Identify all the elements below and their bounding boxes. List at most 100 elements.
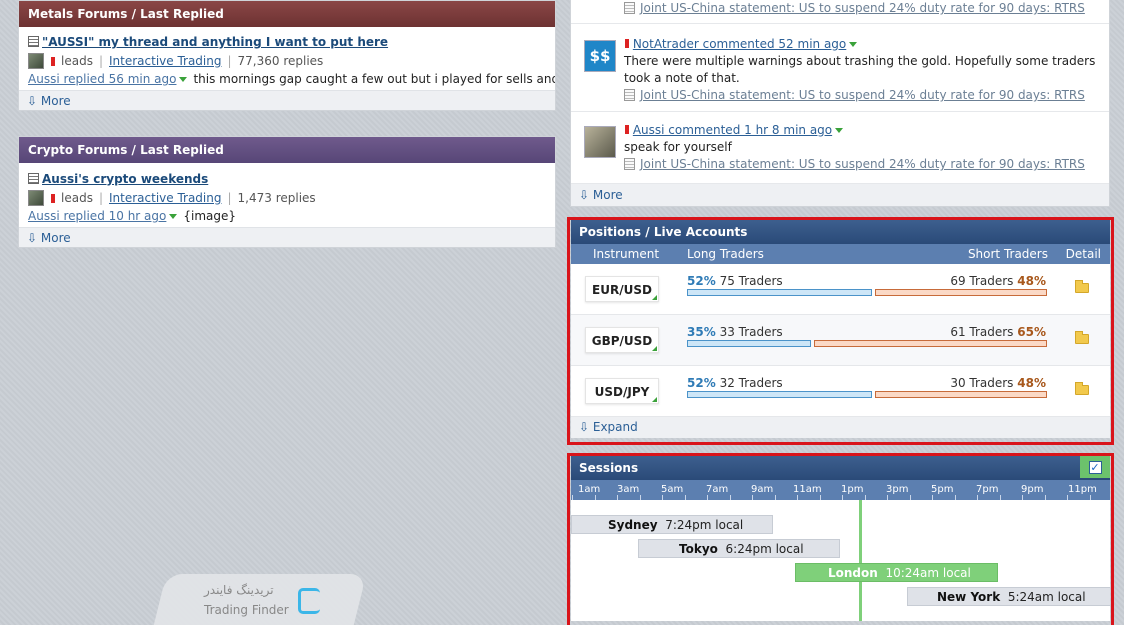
time-label: 3pm [886,484,909,495]
long-bar [687,289,872,296]
long-traders-label: 52% 75 Traders [687,274,783,288]
metals-thread-meta: leads | Interactive Trading | 77,360 rep… [28,53,546,69]
crypto-thread-meta: leads | Interactive Trading | 1,473 repl… [28,190,546,206]
flag-icon [625,125,629,134]
crypto-last-reply: Aussi replied 10 hr ago {image} [28,209,546,223]
news-link[interactable]: Joint US-China statement: US to suspend … [640,1,1085,15]
time-label: 7am [706,484,729,495]
session-bar-tokyo[interactable]: Tokyo 6:24pm local [638,539,840,558]
col-instrument: Instrument [593,247,660,261]
positions-rows: EUR/USD 52% 75 Traders 69 Traders 48% GB… [571,264,1110,417]
session-timescale: 1am 3am 5am 7am 9am 11am 1pm 3pm 5pm 7pm… [571,480,1110,500]
crypto-thread: Aussi's crypto weekends leads | Interact… [19,163,555,227]
comment-author-link[interactable]: Aussi commented 1 hr 8 min ago [633,123,832,137]
positions-highlight: Positions / Live Accounts Instrument Lon… [567,217,1114,445]
position-row: EUR/USD 52% 75 Traders 69 Traders 48% [571,264,1110,315]
sessions-header: Sessions ✓ [571,456,1110,480]
last-reply-snippet: this mornings gap caught a few out but i… [193,72,555,86]
news-doc-icon [624,89,635,101]
position-row: GBP/USD 35% 33 Traders 61 Traders 65% [571,315,1110,366]
chevron-down-icon[interactable] [179,77,188,82]
last-reply-link[interactable]: Aussi replied 56 min ago [28,72,176,86]
col-detail: Detail [1065,247,1101,261]
feed-item: $$ NotAtrader commented 52 min ago There… [571,24,1109,112]
long-traders-label: 52% 32 Traders [687,376,783,390]
folder-icon[interactable] [1075,331,1089,344]
sessions-panel: Sessions ✓ 1am 3am 5am 7am 9am 11am 1pm … [571,456,1110,621]
instrument-button[interactable]: USD/JPY [585,378,659,404]
time-label: 5am [661,484,684,495]
trading-finder-logo-icon [298,588,320,614]
metals-thread: "AUSSI" my thread and anything I want to… [19,27,555,90]
thread-list-icon [28,36,39,47]
time-label: 11am [793,484,822,495]
thread-list-icon [28,173,39,184]
comment-author-link[interactable]: NotAtrader commented 52 min ago [633,37,846,51]
check-icon: ✓ [1088,460,1102,474]
position-row: USD/JPY 52% 32 Traders 30 Traders 48% [571,366,1110,417]
comment-text: speak for yourself [624,140,732,154]
thread-replies: 1,473 replies [237,191,316,205]
crypto-more-button[interactable]: ⇩ More [19,227,555,247]
crypto-forum-header: Crypto Forums / Last Replied [19,137,555,163]
crypto-thread-title[interactable]: Aussi's crypto weekends [42,172,208,186]
flag-icon [51,56,55,66]
news-doc-icon [624,2,635,14]
activity-feed: Joint US-China statement: US to suspend … [570,0,1110,207]
thread-category-link[interactable]: Interactive Trading [109,191,221,205]
sessions-toggle-checkbox[interactable]: ✓ [1080,456,1110,478]
positions-expand-button[interactable]: ⇩ Expand [571,417,1110,438]
short-bar [814,340,1047,347]
positions-column-headers: Instrument Long Traders Short Traders De… [571,244,1110,264]
col-short-traders: Short Traders [967,247,1048,261]
news-link[interactable]: Joint US-China statement: US to suspend … [640,157,1085,171]
session-bar-london[interactable]: London 10:24am local [795,563,998,582]
last-reply-snippet: {image} [183,209,237,223]
current-time-line [859,500,862,621]
thread-category-link[interactable]: Interactive Trading [109,54,221,68]
time-label: 1pm [841,484,864,495]
folder-icon[interactable] [1075,382,1089,395]
positions-header: Positions / Live Accounts [571,220,1110,244]
short-bar [875,289,1047,296]
author-avatar[interactable] [28,190,44,206]
metals-forum-header: Metals Forums / Last Replied [19,1,555,27]
last-reply-link[interactable]: Aussi replied 10 hr ago [28,209,166,223]
long-traders-label: 35% 33 Traders [687,325,783,339]
thread-author: leads [61,54,93,68]
positions-panel: Positions / Live Accounts Instrument Lon… [571,220,1110,438]
sessions-highlight: Sessions ✓ 1am 3am 5am 7am 9am 11am 1pm … [567,453,1114,625]
user-avatar[interactable] [584,126,616,158]
thread-replies: 77,360 replies [237,54,324,68]
news-link[interactable]: Joint US-China statement: US to suspend … [640,88,1085,102]
metals-more-button[interactable]: ⇩ More [19,90,555,110]
news-doc-icon [624,158,635,170]
instrument-button[interactable]: EUR/USD [585,276,659,302]
flag-icon [51,193,55,203]
time-label: 5pm [931,484,954,495]
long-bar [687,391,872,398]
author-avatar[interactable] [28,53,44,69]
metals-forum-panel: Metals Forums / Last Replied "AUSSI" my … [18,0,556,111]
session-bar-new-york[interactable]: New York 5:24am local [907,587,1110,606]
thread-author: leads [61,191,93,205]
folder-icon[interactable] [1075,280,1089,293]
col-long-traders: Long Traders [687,247,764,261]
feed-more-button[interactable]: ⇩ More [571,184,1109,206]
short-bar [875,391,1047,398]
watermark-text: تریدینگ فایندر Trading Finder [204,583,289,617]
time-label: 11pm [1068,484,1097,495]
time-label: 1am [578,484,601,495]
user-avatar[interactable]: $$ [584,40,616,72]
short-traders-label: 69 Traders 48% [950,274,1046,288]
chevron-down-icon[interactable] [169,214,178,219]
metals-thread-title[interactable]: "AUSSI" my thread and anything I want to… [42,35,388,49]
session-bar-sydney[interactable]: Sydney 7:24pm local [571,515,773,534]
chevron-down-icon[interactable] [849,42,858,47]
time-label: 7pm [976,484,999,495]
short-traders-label: 30 Traders 48% [950,376,1046,390]
flag-icon [625,39,629,48]
chevron-down-icon[interactable] [835,128,844,133]
instrument-button[interactable]: GBP/USD [585,327,659,353]
feed-item: Joint US-China statement: US to suspend … [571,0,1109,24]
